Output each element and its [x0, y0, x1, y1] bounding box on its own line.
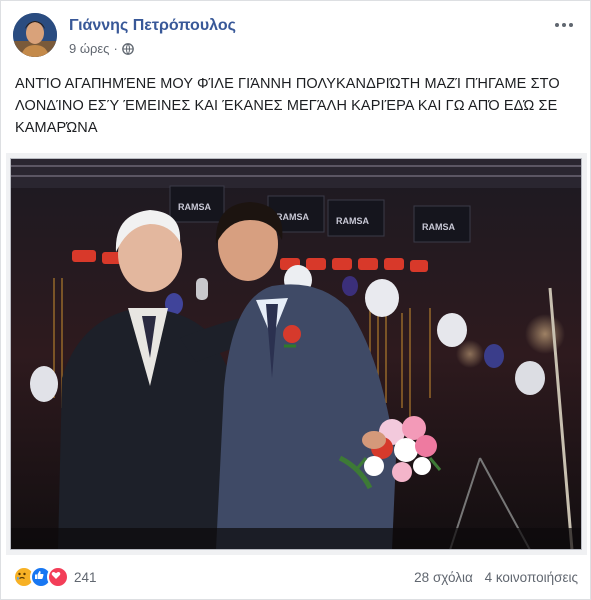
globe-icon[interactable]	[121, 42, 134, 55]
love-icon	[47, 566, 69, 588]
speaker-label: RAMSA	[422, 222, 455, 232]
meta-separator: ·	[113, 41, 118, 56]
engagement-stats: 28 σχόλια 4 κοινοποιήσεις	[406, 570, 578, 585]
post-text: ΑΝΤΊΟ ΑΓΑΠΗΜΈΝΕ ΜΟΥ ΦΊΛΕ ΓΙΆΝΝΗ ΠΟΛΥΚΑΝΔ…	[15, 76, 560, 136]
facebook-post: Γιάννης Πετρόπουλος 9 ώρες · ΑΝΤΊΟ ΑΓΑΠΗ…	[0, 0, 591, 600]
speaker-label: RAMSA	[178, 202, 211, 212]
shares-count[interactable]: 4 κοινοποιήσεις	[485, 570, 578, 585]
post-header: Γιάννης Πετρόπουλος 9 ώρες ·	[13, 13, 578, 63]
author-name[interactable]: Γιάννης Πετρόπουλος	[69, 17, 236, 35]
reaction-count[interactable]: 241	[74, 570, 97, 585]
post-meta: 9 ώρες ·	[69, 41, 134, 56]
reactions-summary[interactable]: 241	[13, 566, 97, 588]
speaker-label: RAMSA	[336, 216, 369, 226]
post-photo[interactable]: RAMSA RAMSA RAMSA RAMSA	[10, 158, 582, 550]
comments-count[interactable]: 28 σχόλια	[414, 570, 473, 585]
speaker-label: RAMSA	[276, 212, 309, 222]
post-footer: 241 28 σχόλια 4 κοινοποιήσεις	[13, 561, 578, 593]
photo-scene: RAMSA RAMSA RAMSA RAMSA	[10, 158, 582, 550]
author-avatar[interactable]	[13, 13, 57, 57]
post-time[interactable]: 9 ώρες	[69, 41, 109, 56]
more-options-icon[interactable]	[552, 15, 576, 35]
